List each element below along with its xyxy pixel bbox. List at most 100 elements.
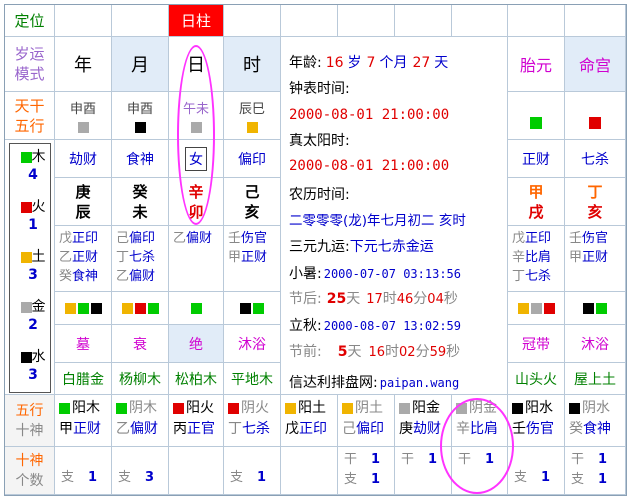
- site-link[interactable]: paipan.wang: [380, 376, 459, 390]
- count-kind: 支: [514, 470, 528, 485]
- solar-time: 2000-08-01 21:00:00: [289, 158, 450, 174]
- ganzhi-year: 庚辰: [55, 178, 112, 226]
- suiyun-line-1: 岁运: [14, 45, 45, 63]
- count-kind: 支: [230, 470, 244, 485]
- shishen-summary-cell: 阳水 壬伤官: [508, 395, 565, 447]
- taiyuan-wuxing: [508, 92, 565, 140]
- blank-cell: [224, 5, 281, 37]
- wuxing-name: 金: [31, 299, 46, 315]
- wuxing-color-square: [77, 122, 89, 133]
- count-value: 1: [598, 452, 608, 467]
- liqiu-line: 立秋: 2000-08-07 13:02:59: [289, 315, 461, 335]
- after-line: 节后: 25天 17时46分04秒: [289, 288, 458, 308]
- yinyang-wuxing: 阳水: [525, 400, 553, 416]
- shishen-summary-cell: 阳土 戊正印: [281, 395, 338, 447]
- canggan-gan: 己: [116, 231, 130, 246]
- canggan-gan: 戊: [512, 231, 526, 246]
- before-days-unit: 天: [347, 344, 362, 360]
- gan: 庚: [75, 182, 91, 201]
- solar-label: 真太阳时:: [289, 133, 350, 149]
- age-months: 7: [366, 55, 376, 71]
- after-minutes-unit: 分: [413, 291, 428, 307]
- summary-gan: 癸: [569, 421, 583, 437]
- before-minutes-unit: 分: [415, 344, 430, 360]
- shishen-count-cell: 干1支1: [565, 447, 626, 495]
- after-label: 节后:: [289, 291, 322, 307]
- wuxing-shishen-label: 五行 十神: [5, 395, 55, 447]
- taiyuan-nayin: 山头火: [508, 363, 565, 395]
- summary-shishen: 食神: [583, 421, 611, 437]
- summary-shishen: 正印: [299, 421, 327, 437]
- canggan-gan: 甲: [569, 250, 583, 265]
- canggan-gan: 乙: [116, 269, 130, 284]
- clock-label: 钟表时间:: [289, 81, 350, 97]
- after-minutes: 46: [396, 292, 414, 307]
- yinyang-wuxing: 阳金: [412, 400, 440, 416]
- dingwei-label: 定位: [5, 5, 55, 37]
- shishen-count-cell: 支1: [55, 447, 112, 495]
- label-line-2: 个数: [15, 472, 44, 489]
- canggan-shishen: 比肩: [525, 250, 552, 265]
- minggong-canggan-colors: [565, 292, 626, 325]
- day-pillar-highlight: [177, 45, 215, 225]
- color-square: [190, 302, 202, 314]
- count-kind: 支: [61, 470, 75, 485]
- canggan-gan: 丁: [116, 250, 130, 265]
- wuxing-count: 3: [28, 367, 38, 383]
- gan: 丁: [587, 182, 603, 201]
- shishen-summary-cell: 阳火 丙正官: [169, 395, 224, 447]
- liqiu-time: 2000-08-07 13:02:59: [323, 319, 461, 333]
- yinyang-wuxing: 阴木: [129, 400, 157, 416]
- changsheng-month: 衰: [112, 325, 169, 363]
- canggan-gan: 癸: [59, 269, 73, 284]
- nayin-year: 白腊金: [55, 363, 112, 395]
- lunar-text: 二零零零(龙)年七月初二 亥时: [289, 213, 466, 229]
- bijian-highlight: [440, 398, 514, 494]
- wuxing-color-square: [589, 116, 601, 129]
- summary-gan: 己: [342, 421, 356, 437]
- minggong-wuxing: [565, 92, 626, 140]
- wuxing-color-square: [246, 122, 258, 133]
- after-days: 25: [326, 291, 347, 307]
- minggong-header: 命宫: [565, 37, 626, 92]
- color-square: [77, 302, 89, 314]
- suiyun-line-2: 模式: [14, 65, 45, 83]
- taiyuan-ganzhi: 甲戌: [508, 178, 565, 226]
- shishen-month: 食神: [112, 140, 169, 178]
- count-value: 1: [598, 472, 608, 487]
- canggan-shishen: 正印: [72, 231, 99, 246]
- color-square: [240, 302, 251, 314]
- canggan-shishen: 偏财: [129, 269, 156, 284]
- color-square: [147, 302, 159, 314]
- before-line: 节前: 5天 16时02分59秒: [289, 341, 460, 361]
- wuxing-water: 水 3: [16, 348, 50, 388]
- before-hours-unit: 时: [385, 344, 400, 360]
- canggan-shishen: 食神: [72, 269, 99, 284]
- changsheng-year: 墓: [55, 325, 112, 363]
- after-seconds: 04: [427, 292, 444, 307]
- canggan-gan: 辛: [512, 250, 526, 265]
- wuxing-metal: 金 2: [16, 298, 50, 338]
- before-minutes: 02: [399, 345, 416, 360]
- nayin-month: 杨柳木: [112, 363, 169, 395]
- shishen-summary-cell: 阴土 己偏印: [338, 395, 395, 447]
- site-line: 信达利排盘网: paipan.wang: [289, 372, 459, 392]
- count-kind: 干: [401, 452, 415, 467]
- taiyuan-canggan-colors: [508, 292, 565, 325]
- shishen-count-cell: 支1: [224, 447, 281, 495]
- before-hours: 16: [368, 345, 386, 360]
- label-line-1: 五行: [15, 402, 44, 419]
- summary-gan: 庚: [399, 421, 413, 437]
- summary-gan: 甲: [59, 421, 73, 437]
- color-square: [64, 302, 76, 314]
- count-value: 1: [371, 472, 381, 487]
- count-kind: 支: [118, 470, 132, 485]
- summary-shishen: 偏印: [356, 421, 384, 437]
- taiyuan-shishen: 正财: [508, 140, 565, 178]
- shishen-count-cell: [281, 447, 338, 495]
- wuxing-name: 水: [31, 349, 46, 365]
- before-seconds-unit: 秒: [446, 344, 461, 360]
- nayin-day: 松柏木: [169, 363, 224, 395]
- count-value: 3: [145, 470, 155, 485]
- wuxing-count-panel: 木 4 火 1 土 3 金 2 水 3: [5, 140, 55, 395]
